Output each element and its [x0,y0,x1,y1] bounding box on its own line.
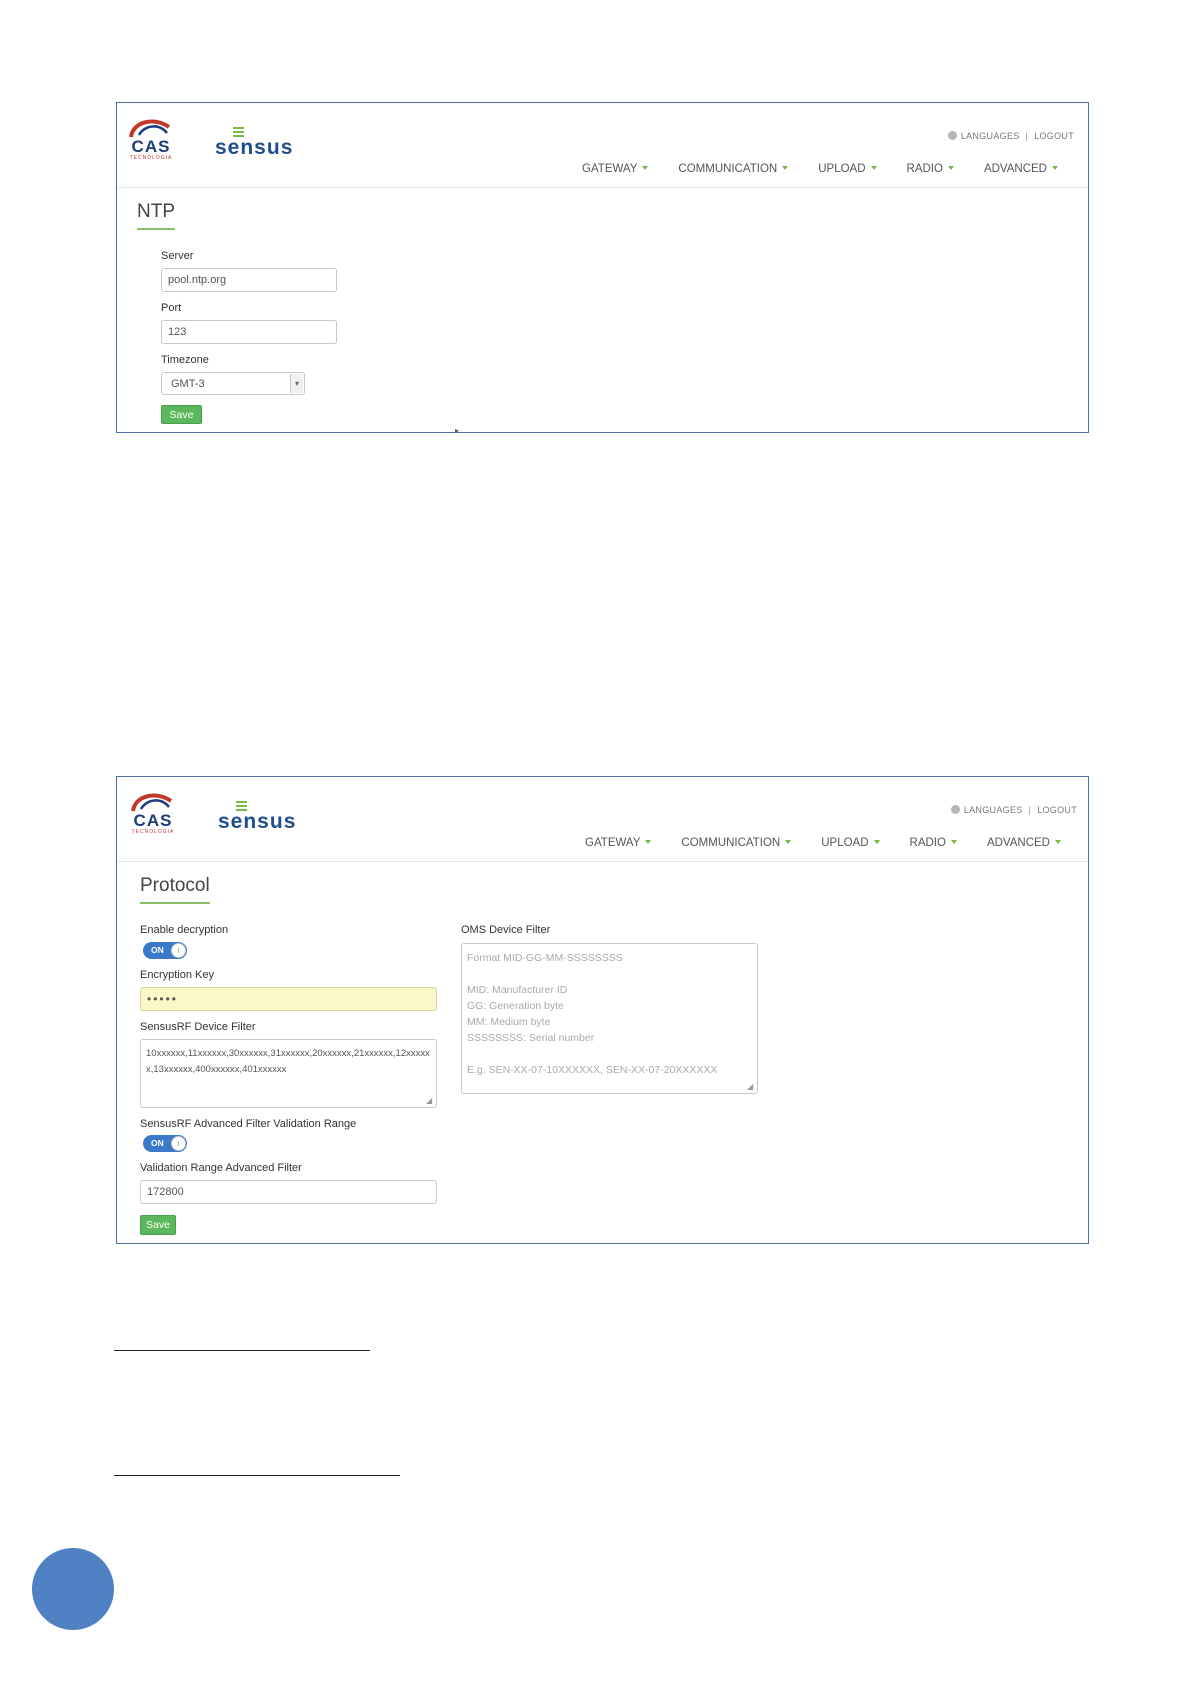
server-input[interactable]: pool.ntp.org [161,268,337,292]
globe-icon [947,131,957,140]
cas-logo-text: CAS [133,811,173,830]
validation-range-input[interactable]: 172800 [140,1180,437,1204]
main-nav: GATEWAY COMMUNICATION UPLOAD RADIO ADVAN… [585,837,1061,849]
oms-placeholder-line: MM: Medium byte [467,1016,551,1028]
caret-down-icon [785,840,792,844]
sensus-logo-text: sensus [218,810,297,833]
server-label: Server [161,250,194,262]
validation-range-label: Validation Range Advanced Filter [140,1162,302,1174]
sensusrf-filter-label: SensusRF Device Filter [140,1021,256,1033]
sensusrf-filter-textarea[interactable]: 10xxxxxx,11xxxxxx,30xxxxxx,31xxxxxx,20xx… [140,1039,437,1108]
advanced-filter-toggle[interactable]: ON [143,1135,187,1152]
caret-down-icon [947,166,954,170]
oms-filter-textarea[interactable]: Format MID-GG-MM-SSSSSSSS MID: Manufactu… [461,943,758,1094]
caret-down-icon [873,840,880,844]
top-links: LANGUAGES | LOGOUT [950,805,1077,815]
footnote-separator [114,1350,370,1351]
oms-filter-label: OMS Device Filter [461,924,551,936]
nav-communication[interactable]: COMMUNICATION [681,837,792,849]
caret-down-icon [870,166,877,170]
cas-logo-subtext: TECNOLOGIA [131,829,175,835]
languages-link[interactable]: LANGUAGES [964,805,1023,815]
port-input[interactable]: 123 [161,320,337,344]
page-title: Protocol [140,875,210,904]
app-header: CAS TECNOLOGIA sensus LANGUAGES | LOGOUT G… [117,777,1088,862]
nav-gateway[interactable]: GATEWAY [582,163,649,175]
chevron-down-icon: ▾ [290,374,303,393]
sensusrf-filter-value: 10xxxxxx,11xxxxxx,30xxxxxx,31xxxxxx,20xx… [146,1048,430,1075]
nav-gateway[interactable]: GATEWAY [585,837,652,849]
app-header: CAS TECNOLOGIA sensus LANGUAGES | LOGOUT G… [117,103,1088,188]
globe-icon [950,805,960,814]
encryption-key-label: Encryption Key [140,969,214,981]
sensus-logo: sensus [218,801,296,834]
advanced-filter-label: SensusRF Advanced Filter Validation Rang… [140,1118,357,1130]
logout-link[interactable]: LOGOUT [1037,805,1077,815]
nav-advanced[interactable]: ADVANCED [984,163,1058,175]
page-title: NTP [137,201,175,230]
nav-radio[interactable]: RADIO [907,163,954,175]
nav-communication[interactable]: COMMUNICATION [678,163,789,175]
save-button[interactable]: Save [140,1215,176,1235]
oms-placeholder-line: Format MID-GG-MM-SSSSSSSS [467,952,623,964]
caret-down-icon [645,840,652,844]
enable-decryption-label: Enable decryption [140,924,229,936]
mouse-cursor-icon: ▸ [455,426,460,435]
toggle-state: ON [151,945,164,955]
timezone-selected-value: GMT-3 [171,377,205,390]
top-links: LANGUAGES | LOGOUT [947,131,1074,141]
oms-placeholder-line: MID: Manufacturer ID [467,984,568,996]
cas-logo: CAS TECNOLOGIA [127,789,179,835]
toggle-state: ON [151,1138,164,1148]
resize-handle-icon[interactable]: ◢ [426,1097,434,1105]
oms-placeholder-line [467,1046,752,1062]
oms-placeholder-line: GG: Generation byte [467,1000,564,1012]
resize-handle-icon[interactable]: ◢ [747,1083,755,1091]
main-nav: GATEWAY COMMUNICATION UPLOAD RADIO ADVAN… [582,163,1058,175]
timezone-select[interactable]: GMT-3 ▾ [161,372,305,395]
cas-logo-subtext: TECNOLOGIA [129,155,173,161]
oms-placeholder-line: SSSSSSSS: Serial number [467,1032,595,1044]
caret-down-icon [642,166,649,170]
port-label: Port [161,302,182,314]
protocol-screenshot-frame: CAS TECNOLOGIA sensus LANGUAGES | LOGOUT G… [116,776,1089,1244]
caret-down-icon [1055,840,1061,844]
nav-radio[interactable]: RADIO [910,837,957,849]
sensus-logo: sensus [215,127,293,160]
save-button[interactable]: Save [161,405,202,424]
caret-down-icon [950,840,957,844]
caret-down-icon [782,166,789,170]
enable-decryption-toggle[interactable]: ON [143,942,187,959]
oms-placeholder-line: E.g. SEN-XX-07-10XXXXXX, SEN-XX-07-20XXX… [467,1064,718,1076]
page-number-circle [32,1548,114,1630]
toggle-knob-icon [171,1136,186,1151]
languages-link[interactable]: LANGUAGES [961,131,1020,141]
logout-link[interactable]: LOGOUT [1034,131,1074,141]
toggle-knob-icon [171,943,186,958]
encryption-key-input[interactable]: ••••• [140,987,437,1011]
nav-upload[interactable]: UPLOAD [821,837,880,849]
footnote-separator [114,1475,400,1476]
oms-placeholder-line [467,966,752,982]
timezone-label: Timezone [161,354,209,366]
cas-logo: CAS TECNOLOGIA [125,115,177,161]
nav-advanced[interactable]: ADVANCED [987,837,1061,849]
sensus-logo-text: sensus [215,136,294,159]
nav-upload[interactable]: UPLOAD [818,163,877,175]
caret-down-icon [1052,166,1058,170]
ntp-screenshot-frame: CAS TECNOLOGIA sensus LANGUAGES | LOGOUT G… [116,102,1089,433]
cas-logo-text: CAS [131,137,171,156]
